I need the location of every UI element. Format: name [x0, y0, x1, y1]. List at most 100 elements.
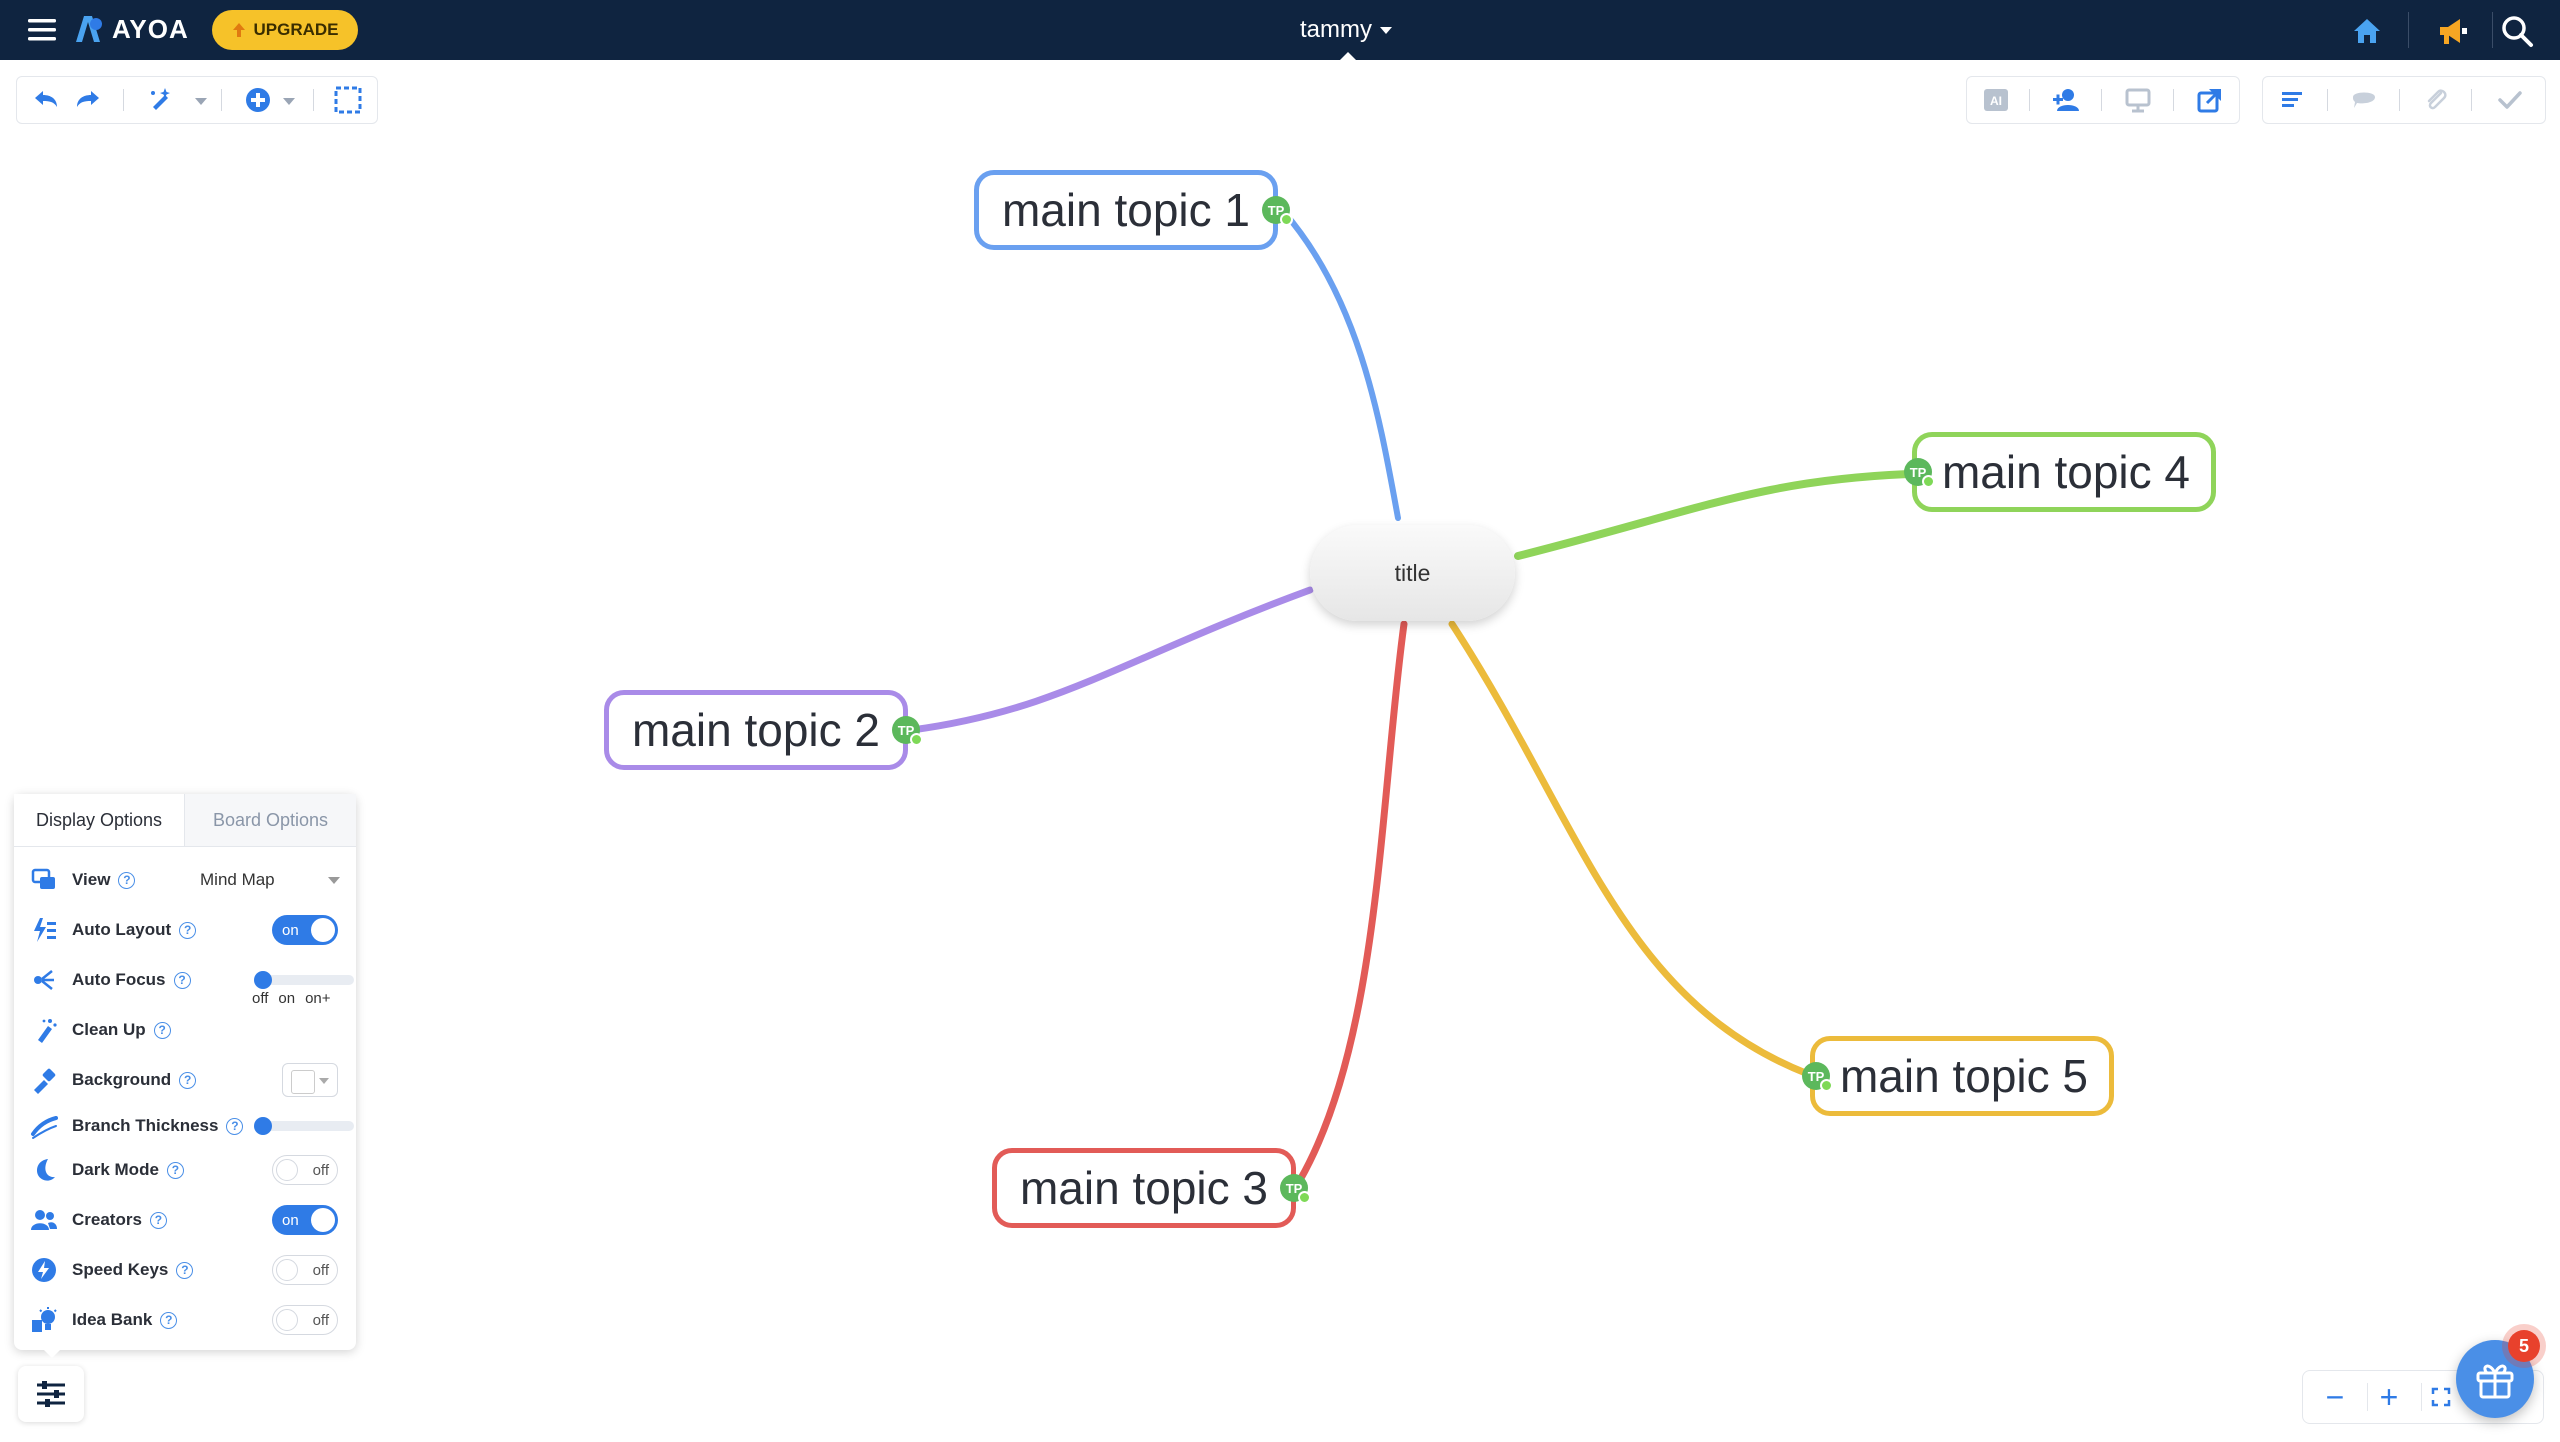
add-user-icon[interactable]	[2051, 85, 2081, 115]
idea-bank-icon	[32, 1307, 57, 1332]
option-auto-layout: Auto Layout? on	[14, 910, 356, 950]
help-icon[interactable]: ?	[179, 921, 197, 939]
svg-text:AI: AI	[1990, 94, 2002, 108]
check-icon[interactable]	[2495, 85, 2525, 115]
app-name: AYOA	[112, 14, 189, 44]
idea-bank-toggle[interactable]: off	[272, 1305, 338, 1335]
auto-focus-levels: off on on+	[252, 990, 331, 1007]
help-icon[interactable]: ?	[179, 1071, 197, 1089]
toolbar-divider	[2471, 89, 2472, 111]
redo-icon[interactable]	[73, 85, 103, 115]
central-topic-label: title	[1394, 559, 1431, 586]
home-icon[interactable]	[2350, 14, 2384, 48]
creators-toggle[interactable]: on	[272, 1205, 338, 1235]
option-idea-bank: Idea Bank? off	[14, 1300, 356, 1340]
topbar-divider	[2408, 12, 2409, 48]
creator-avatar[interactable]: TP	[1280, 1174, 1311, 1204]
topic-node-5[interactable]: main topic 5	[1810, 1036, 2114, 1116]
user-name: tammy	[1300, 16, 1372, 43]
help-icon[interactable]: ?	[226, 1117, 244, 1135]
central-topic[interactable]: title	[1310, 525, 1515, 621]
slider-handle[interactable]	[254, 1117, 272, 1135]
help-icon[interactable]: ?	[176, 1261, 194, 1279]
topic-node-2[interactable]: main topic 2	[604, 690, 908, 770]
user-menu[interactable]: tammy	[1300, 16, 1392, 44]
toolbar-divider	[313, 89, 314, 111]
option-background: Background?	[14, 1060, 356, 1100]
share-icon[interactable]	[2195, 85, 2225, 115]
attachment-icon[interactable]	[2421, 85, 2451, 115]
slider-handle[interactable]	[254, 971, 272, 989]
help-icon[interactable]: ?	[118, 871, 136, 889]
view-select[interactable]: Mind Map	[200, 870, 340, 890]
comment-icon[interactable]	[2349, 85, 2379, 115]
auto-layout-toggle[interactable]: on	[272, 915, 338, 945]
topic-node-4[interactable]: main topic 4	[1912, 432, 2216, 512]
select-area-icon[interactable]	[333, 85, 363, 115]
ai-icon[interactable]: AI	[1981, 85, 2011, 115]
option-label: Branch Thickness?	[72, 1116, 244, 1136]
fit-screen-icon[interactable]	[2431, 1387, 2451, 1407]
branch-topic-4	[1514, 470, 1914, 560]
megaphone-icon[interactable]	[2436, 14, 2470, 48]
upgrade-label: UPGRADE	[253, 20, 339, 39]
creator-avatar[interactable]: TP	[1904, 458, 1935, 488]
present-icon[interactable]	[2123, 85, 2153, 115]
option-creators: Creators? on	[14, 1200, 356, 1240]
search-icon[interactable]	[2500, 14, 2534, 48]
dark-mode-toggle[interactable]: off	[272, 1155, 338, 1185]
sliders-icon	[37, 1381, 65, 1407]
topic-node-3[interactable]: main topic 3	[992, 1148, 1296, 1228]
gift-icon	[2476, 1364, 2514, 1399]
option-label: Idea Bank?	[72, 1310, 178, 1330]
auto-focus-slider[interactable]	[254, 971, 354, 989]
help-icon[interactable]: ?	[160, 1311, 178, 1329]
speed-keys-toggle[interactable]: off	[272, 1255, 338, 1285]
branch-thickness-slider[interactable]	[254, 1117, 354, 1135]
tab-display-options[interactable]: Display Options	[14, 794, 185, 846]
background-color-picker[interactable]	[282, 1063, 338, 1097]
add-icon[interactable]	[243, 85, 273, 115]
users-icon	[31, 1210, 57, 1230]
list-icon[interactable]	[2277, 85, 2307, 115]
creator-avatar[interactable]: TP	[892, 716, 923, 746]
topic-node-1[interactable]: main topic 1	[974, 170, 1278, 250]
menu-icon[interactable]	[28, 18, 56, 42]
magic-wand-icon[interactable]	[145, 85, 175, 115]
option-label: Auto Layout?	[72, 920, 197, 940]
help-icon[interactable]: ?	[173, 971, 191, 989]
toolbar-divider	[221, 89, 222, 111]
upgrade-arrow-icon	[233, 23, 246, 37]
option-label: Creators?	[72, 1210, 167, 1230]
ayoa-logo-icon	[76, 16, 102, 42]
option-label: Background?	[72, 1070, 197, 1090]
option-clean-up[interactable]: Clean Up?	[14, 1010, 356, 1050]
left-toolbar	[16, 76, 378, 124]
upgrade-button[interactable]: UPGRADE	[212, 10, 358, 50]
branch-topic-5	[1448, 620, 1812, 1078]
zoom-out-button[interactable]: −	[2317, 1379, 2353, 1415]
topbar-divider	[2492, 12, 2493, 48]
mindmap-canvas[interactable]	[0, 60, 2560, 1442]
creator-avatar[interactable]: TP	[1262, 196, 1293, 226]
help-icon[interactable]: ?	[166, 1161, 184, 1179]
creator-avatar[interactable]: TP	[1802, 1062, 1833, 1092]
right-toolbar-2	[2262, 76, 2546, 124]
chevron-down-icon[interactable]	[195, 98, 207, 105]
branch-topic-3	[1296, 620, 1408, 1184]
zoom-divider	[2421, 1383, 2422, 1411]
option-label: Clean Up?	[72, 1020, 171, 1040]
panel-tabs: Display Options Board Options	[14, 794, 356, 847]
undo-icon[interactable]	[31, 85, 61, 115]
display-options-button[interactable]	[18, 1366, 84, 1422]
clean-up-icon	[38, 1019, 57, 1043]
zoom-in-button[interactable]: +	[2371, 1379, 2407, 1415]
help-icon[interactable]: ?	[153, 1021, 171, 1039]
option-dark-mode: Dark Mode? off	[14, 1150, 356, 1190]
option-branch-thickness: Branch Thickness?	[14, 1106, 356, 1146]
auto-layout-icon	[34, 918, 56, 942]
help-icon[interactable]: ?	[149, 1211, 167, 1229]
option-label: Speed Keys?	[72, 1260, 194, 1280]
tab-board-options[interactable]: Board Options	[185, 794, 356, 846]
chevron-down-icon[interactable]	[283, 98, 295, 105]
